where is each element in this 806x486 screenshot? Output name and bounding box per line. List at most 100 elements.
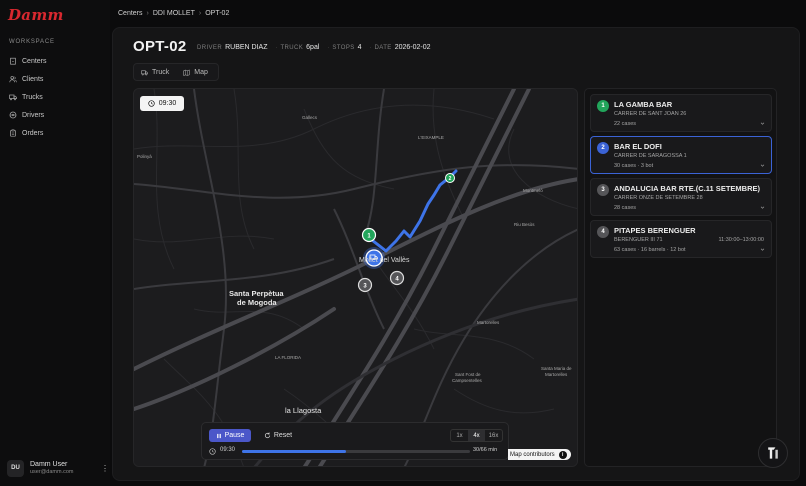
map-canvas: 1 2 3 4 xyxy=(134,89,577,466)
speed-option-16x[interactable]: 16x xyxy=(485,430,502,441)
stop-number-badge: 2 xyxy=(597,142,609,154)
truck-label: TRUCK xyxy=(280,45,304,51)
separator-dot: · xyxy=(327,45,330,51)
playback-progress-text: 30/66 min xyxy=(473,447,498,453)
place-label: Campsentelles xyxy=(452,378,482,383)
place-label: Martorelles xyxy=(477,320,500,325)
place-label: Sant Fost de xyxy=(455,372,481,377)
chevron-down-icon[interactable] xyxy=(760,121,765,126)
tab-label: Map xyxy=(194,68,208,76)
user-profile[interactable]: DU Damm User user@damm.com ⋮ xyxy=(7,458,109,478)
svg-text:2: 2 xyxy=(449,176,452,182)
driver-label: DRIVER xyxy=(197,45,223,51)
stop-card-1[interactable]: 1 LA GAMBA BAR CARRER DE SANT JOAN 26 22… xyxy=(590,94,772,132)
speed-option-4x[interactable]: 4x xyxy=(468,430,485,441)
truck-icon xyxy=(9,94,17,101)
stop-name: ANDALUCIA BAR RTE.(C.11 SETEMBRE) xyxy=(614,184,760,193)
playback-progress-fill xyxy=(242,450,346,453)
steering-wheel-icon xyxy=(9,111,17,119)
playback-scrubber[interactable] xyxy=(242,450,470,453)
reset-button[interactable]: Reset xyxy=(258,429,298,442)
speed-selector: 1x 4x 16x xyxy=(450,429,503,442)
avatar: DU xyxy=(7,459,24,477)
stop-address: CARRER DE SANT JOAN 26 xyxy=(614,111,687,117)
damm-logo[interactable]: Damm xyxy=(8,6,64,24)
playback-controls: Pause Reset 1x 4x 16x 09:30 30/66 min xyxy=(201,422,509,460)
refresh-icon xyxy=(264,432,270,439)
user-email: user@damm.com xyxy=(30,468,74,475)
stop-number-badge: 3 xyxy=(597,184,609,196)
clipboard-icon xyxy=(10,129,16,137)
sidebar-item-trucks[interactable]: Trucks xyxy=(4,88,106,106)
clock-icon xyxy=(209,448,216,455)
place-label: L'EIXAMPLE xyxy=(418,135,444,140)
place-label: Mollet del Vallès xyxy=(359,257,410,264)
sidebar-item-label: Drivers xyxy=(22,111,45,119)
sidebar-item-label: Trucks xyxy=(22,93,43,101)
tab-map[interactable]: Map xyxy=(178,65,213,79)
place-label: Santa Perpètua xyxy=(229,289,284,298)
stop-name: BAR EL DOFI xyxy=(614,142,662,151)
info-icon[interactable]: i xyxy=(558,450,567,459)
place-label: Polinyà xyxy=(137,154,152,159)
sidebar-item-label: Clients xyxy=(22,75,44,83)
stop-detail: 28 cases xyxy=(614,205,637,211)
stop-card-4[interactable]: 4 PITAPES BERENGUER BERENGUER III 71 11:… xyxy=(590,220,772,258)
stop-time-window: 11:30:00–13:00:00 xyxy=(718,237,764,243)
sidebar-nav: Centers Clients Trucks Drivers Orders xyxy=(4,52,106,142)
chevron-right-icon: › xyxy=(146,10,149,17)
date-value: 2026-02-02 xyxy=(394,44,431,51)
place-label: de Mogoda xyxy=(237,298,277,307)
building-icon xyxy=(10,57,16,65)
sidebar: Damm WORKSPACE Centers Clients Trucks Dr… xyxy=(0,0,110,486)
stop-number-badge: 4 xyxy=(597,226,609,238)
stops-panel: 1 LA GAMBA BAR CARRER DE SANT JOAN 26 22… xyxy=(584,88,777,467)
users-icon xyxy=(9,76,17,83)
sidebar-item-centers[interactable]: Centers xyxy=(4,52,106,70)
place-label: LA FLORIDA xyxy=(275,355,302,360)
map-time-value: 09:30 xyxy=(158,100,177,107)
attribution-text: Map contributors xyxy=(510,451,555,458)
tab-truck[interactable]: Truck xyxy=(136,65,174,79)
pause-button[interactable]: Pause xyxy=(209,429,251,442)
breadcrumb-item-center[interactable]: DDI MOLLET xyxy=(153,10,195,17)
stop-name: LA GAMBA BAR xyxy=(614,100,673,109)
stop-address: BERENGUER III 71 xyxy=(614,237,663,243)
separator-dot: · xyxy=(369,45,372,51)
chevron-down-icon[interactable] xyxy=(760,163,765,168)
page-title: OPT-02 xyxy=(133,38,187,55)
stop-detail: 22 cases xyxy=(614,121,637,127)
reset-label: Reset xyxy=(273,432,293,439)
app-logo-button[interactable] xyxy=(758,438,788,468)
sidebar-item-orders[interactable]: Orders xyxy=(4,124,106,142)
stop-card-2[interactable]: 2 BAR EL DOFI CARRER DE SARAGOSSA 1 30 c… xyxy=(590,136,772,174)
chevron-down-icon[interactable] xyxy=(760,247,765,252)
breadcrumb: Centers › DDI MOLLET › OPT-02 xyxy=(118,10,229,17)
brand-mark-icon xyxy=(768,447,778,459)
breadcrumb-item-route: OPT-02 xyxy=(205,10,230,17)
user-name: Damm User xyxy=(30,460,68,468)
stop-number-badge: 1 xyxy=(597,100,609,112)
app-root: Damm WORKSPACE Centers Clients Trucks Dr… xyxy=(0,0,806,486)
truck-icon xyxy=(141,69,148,75)
stop-card-3[interactable]: 3 ANDALUCIA BAR RTE.(C.11 SETEMBRE) CARR… xyxy=(590,178,772,216)
truck-value: 6pal xyxy=(306,44,320,51)
breadcrumb-item-centers[interactable]: Centers xyxy=(118,10,143,17)
stop-address: CARRER DE SARAGOSSA 1 xyxy=(614,153,687,159)
place-label: Gallecs xyxy=(302,115,318,120)
workspace-label: WORKSPACE xyxy=(9,39,55,45)
speed-option-1x[interactable]: 1x xyxy=(451,430,468,441)
sidebar-item-drivers[interactable]: Drivers xyxy=(4,106,106,124)
chevron-down-icon[interactable] xyxy=(760,205,765,210)
map-time-chip: 09:30 xyxy=(140,96,184,111)
date-label: DATE xyxy=(374,45,392,51)
sidebar-item-clients[interactable]: Clients xyxy=(4,70,106,88)
place-label: la Llagosta xyxy=(285,406,322,415)
route-map[interactable]: 1 2 3 4 xyxy=(133,88,578,467)
tab-label: Truck xyxy=(152,68,170,76)
stop-detail: 30 cases · 3 bot xyxy=(614,163,654,169)
pause-icon xyxy=(216,433,221,438)
more-vertical-icon[interactable]: ⋮ xyxy=(101,464,109,473)
place-label: Santa Maria de xyxy=(541,366,572,371)
chevron-right-icon: › xyxy=(198,10,202,17)
